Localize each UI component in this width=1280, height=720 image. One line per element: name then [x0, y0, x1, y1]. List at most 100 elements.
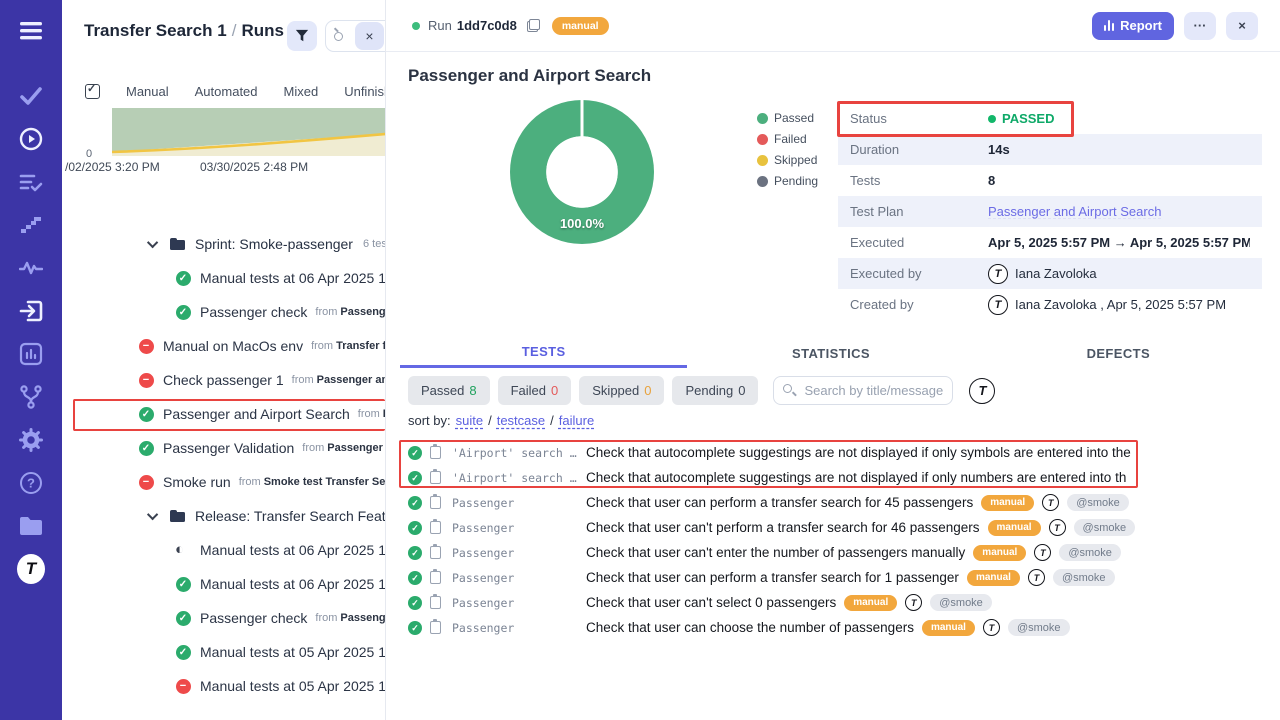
tests-filter-row: Passed 8 Failed 0 Skipped 0 Pending 0 [408, 376, 995, 405]
test-row[interactable]: 'Airport' search … Check that autocomple… [408, 465, 1268, 490]
tree-row[interactable]: Manual tests at 05 Apr 2025 17:30 Copy f… [62, 635, 385, 669]
suite-name[interactable]: 'Airport' search … [452, 471, 584, 485]
branch-icon[interactable] [17, 383, 45, 411]
chevron-down-icon[interactable] [147, 237, 158, 248]
plain-value: Apr 5, 2025 5:57 PM → Apr 5, 2025 5:57 P… [988, 235, 1250, 250]
legend-item: Failed [757, 132, 818, 146]
assignee-avatar[interactable]: T [1028, 569, 1045, 586]
test-title[interactable]: Check that user can't enter the number o… [586, 545, 965, 560]
detail-tab[interactable]: TESTS [400, 338, 687, 368]
suite-name[interactable]: Passenger [452, 621, 584, 635]
test-row[interactable]: 'Airport' search … Check that autocomple… [408, 440, 1268, 465]
detail-tab[interactable]: STATISTICS [687, 338, 974, 368]
suite-name[interactable]: Passenger [452, 571, 584, 585]
tree-row[interactable]: Manual on MacOs env fromTransfer from Ai… [62, 329, 385, 363]
testomat-logo[interactable]: T [17, 555, 45, 583]
legend-dot [757, 176, 768, 187]
test-row[interactable]: Passenger Check that user can't perform … [408, 515, 1268, 540]
runs-filter-tab[interactable]: Mixed [284, 84, 319, 99]
test-row[interactable]: Passenger Check that user can't select 0… [408, 590, 1268, 615]
tree-row[interactable]: Manual tests at 06 Apr 2025 14:14 fromPa… [62, 567, 385, 601]
tree-row[interactable]: Passenger check fromPassenger validation… [62, 295, 385, 329]
smoke-tag[interactable]: @smoke [1053, 569, 1115, 586]
tree-row[interactable]: Passenger and Airport Search fromPasseng… [62, 397, 385, 431]
test-row[interactable]: Passenger Check that user can perform a … [408, 565, 1268, 590]
assignee-avatar[interactable]: T [1042, 494, 1059, 511]
runs-filter-tab[interactable]: Automated [195, 84, 258, 99]
suite-name[interactable]: Passenger [452, 521, 584, 535]
test-title[interactable]: Check that user can't select 0 passenger… [586, 595, 836, 610]
tree-row[interactable]: Passenger check fromPassenger manual 6 [62, 601, 385, 635]
tests-search-input[interactable] [773, 376, 953, 405]
play-circle-icon[interactable] [17, 125, 45, 153]
sort-link[interactable]: suite [456, 413, 483, 428]
filter-chip[interactable]: Failed 0 [498, 376, 572, 405]
tree-row[interactable]: Release: Transfer Search Feature 17 test… [62, 499, 385, 533]
steps-icon[interactable] [17, 211, 45, 239]
select-all-icon[interactable] [85, 84, 100, 99]
test-title[interactable]: Check that autocomplete suggestings are … [586, 445, 1131, 460]
test-title[interactable]: Check that autocomplete suggestings are … [586, 470, 1126, 485]
smoke-tag[interactable]: @smoke [1067, 494, 1129, 511]
tree-status-icon [175, 542, 191, 558]
bar-chart-icon[interactable] [17, 340, 45, 368]
stats-value: PASSED [988, 111, 1055, 126]
tree-row[interactable]: Manual tests at 05 Apr 2025 17:30 fromTr… [62, 669, 385, 703]
help-icon[interactable]: ? [17, 469, 45, 497]
sort-link[interactable]: failure [559, 413, 594, 428]
suite-name[interactable]: 'Airport' search … [452, 446, 584, 460]
breadcrumb[interactable]: Transfer Search 1/Runs [84, 21, 284, 41]
runs-search-close-button[interactable]: × [355, 22, 384, 50]
assignee-avatar[interactable]: T [905, 594, 922, 611]
assignee-avatar[interactable]: T [983, 619, 1000, 636]
assignee-filter-avatar[interactable]: T [969, 378, 995, 404]
sign-in-icon[interactable] [17, 297, 45, 325]
runs-filter-tab[interactable]: Manual [126, 84, 169, 99]
detail-tab[interactable]: DEFECTS [975, 338, 1262, 368]
test-title[interactable]: Check that user can perform a transfer s… [586, 570, 959, 585]
folder-icon[interactable] [17, 512, 45, 540]
chevron-down-icon[interactable] [147, 509, 158, 520]
more-button[interactable]: ··· [1184, 12, 1216, 40]
copy-icon[interactable] [527, 19, 540, 32]
runs-filter-tab[interactable]: Unfinished [344, 84, 386, 99]
test-row[interactable]: Passenger Check that user can choose the… [408, 615, 1268, 640]
breadcrumb-project[interactable]: Transfer Search 1 [84, 21, 227, 40]
filter-chip[interactable]: Pending 0 [672, 376, 758, 405]
tree-row[interactable]: Manual tests at 06 Apr 2025 14:32 fromPa… [62, 261, 385, 295]
tree-row[interactable]: Passenger Validation fromPassenger valid… [62, 431, 385, 465]
menu-icon[interactable] [17, 17, 45, 45]
list-check-icon[interactable] [17, 168, 45, 196]
tree-row[interactable]: Sprint: Smoke-passenger 6 tests 2 runs [62, 227, 385, 261]
smoke-tag[interactable]: @smoke [930, 594, 992, 611]
test-title[interactable]: Check that user can't perform a transfer… [586, 520, 980, 535]
filter-button[interactable] [287, 21, 317, 51]
check-icon[interactable] [17, 82, 45, 110]
suite-name[interactable]: Passenger [452, 496, 584, 510]
smoke-tag[interactable]: @smoke [1008, 619, 1070, 636]
test-row[interactable]: Passenger Check that user can perform a … [408, 490, 1268, 515]
tree-item-label: Passenger check [200, 304, 307, 320]
smoke-tag[interactable]: @smoke [1059, 544, 1121, 561]
sort-link[interactable]: testcase [497, 413, 545, 428]
tree-row[interactable]: Smoke run fromSmoke test Transfer Search… [62, 465, 385, 499]
runs-panel-header: Transfer Search 1/Runs × [62, 0, 385, 62]
filter-chip[interactable]: Skipped 0 [579, 376, 664, 405]
activity-icon[interactable] [17, 254, 45, 282]
close-button[interactable]: × [1226, 12, 1258, 40]
test-row[interactable]: Passenger Check that user can't enter th… [408, 540, 1268, 565]
suite-name[interactable]: Passenger [452, 546, 584, 560]
gear-icon[interactable] [17, 426, 45, 454]
test-title[interactable]: Check that user can choose the number of… [586, 620, 914, 635]
runs-tree: Sprint: Smoke-passenger 6 tests 2 runs M… [62, 227, 385, 703]
assignee-avatar[interactable]: T [1049, 519, 1066, 536]
report-button[interactable]: Report [1092, 12, 1174, 40]
filter-chip[interactable]: Passed 8 [408, 376, 490, 405]
smoke-tag[interactable]: @smoke [1074, 519, 1136, 536]
test-title[interactable]: Check that user can perform a transfer s… [586, 495, 973, 510]
tree-row[interactable]: Check passenger 1 fromPassenger and Airp… [62, 363, 385, 397]
suite-name[interactable]: Passenger [452, 596, 584, 610]
test-plan-link[interactable]: Passenger and Airport Search [988, 204, 1161, 219]
assignee-avatar[interactable]: T [1034, 544, 1051, 561]
tree-row[interactable]: Manual tests at 06 Apr 2025 14:41 fromTr… [62, 533, 385, 567]
